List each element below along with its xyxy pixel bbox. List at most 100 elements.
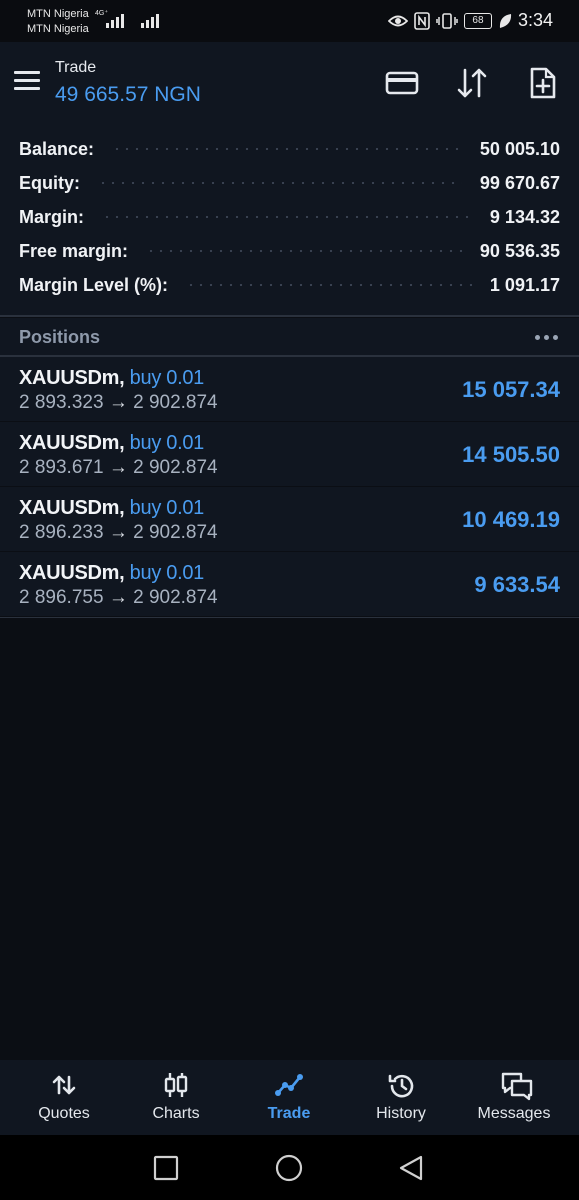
summary-label: Margin: [19,206,84,227]
account-summary: Balance: 50 005.10 Equity: 99 670.67 Mar… [0,122,579,316]
summary-value: 90 536.35 [479,240,560,261]
dot-leader [98,182,462,184]
summary-value: 99 670.67 [479,172,560,193]
nav-charts[interactable]: Charts [118,1060,234,1135]
equity-row: Equity: 99 670.67 [19,166,560,200]
nav-messages[interactable]: Messages [456,1060,572,1135]
nav-label: Charts [152,1105,200,1122]
position-symbol: XAUUSDm, buy 0.01 [19,562,204,585]
signal-icon-2 [141,12,159,28]
position-row[interactable]: XAUUSDm, buy 0.01 2 893.671 → 2 902.874 … [0,422,579,488]
summary-value: 50 005.10 [479,138,560,159]
new-order-icon[interactable] [526,66,560,100]
arrow-right-icon: → [108,392,128,413]
menu-icon[interactable] [14,71,40,91]
nav-label: Messages [477,1105,551,1122]
position-side: buy 0.01 [129,367,205,389]
symbol-text: XAUUSDm, [19,367,125,389]
position-symbol: XAUUSDm, buy 0.01 [19,497,204,520]
sort-arrows-icon[interactable] [455,66,489,100]
nav-quotes[interactable]: Quotes [6,1060,122,1135]
position-side: buy 0.01 [129,562,205,584]
row-separator [0,617,579,618]
positions-header: Positions [0,318,579,355]
symbol-text: XAUUSDm, [19,562,125,584]
arrow-right-icon: → [108,587,128,608]
position-prices: 2 893.671 → 2 902.874 [19,457,218,479]
open-price: 2 893.671 [19,457,104,478]
nav-history[interactable]: History [343,1060,459,1135]
dot-leader [146,250,462,252]
position-symbol: XAUUSDm, buy 0.01 [19,367,204,390]
trade-line-icon [275,1074,303,1096]
summary-value: 1 091.17 [489,274,560,295]
nav-trade[interactable]: Trade [231,1060,347,1135]
carrier-label-2: MTN Nigeria [27,23,89,35]
summary-value: 9 134.32 [489,206,560,227]
nav-label: Trade [267,1105,311,1122]
nav-label: History [376,1105,426,1122]
system-navigation-bar [0,1135,579,1200]
current-price: 2 902.874 [133,392,218,413]
history-clock-icon [388,1074,414,1098]
dot-leader [186,284,472,286]
position-symbol: XAUUSDm, buy 0.01 [19,432,204,455]
position-side: buy 0.01 [129,432,205,454]
nfc-icon [414,11,430,30]
open-price: 2 893.323 [19,392,104,413]
more-options-icon[interactable] [535,335,558,340]
summary-label: Margin Level (%): [19,274,169,295]
summary-label: Balance: [19,138,95,159]
position-profit: 14 505.50 [462,442,560,467]
bottom-navigation: Quotes Charts Trade History Messages [0,1060,579,1135]
page-title: Trade [55,59,97,76]
clock: 3:34 [517,10,553,30]
deposit-card-icon[interactable] [385,66,419,100]
free-margin-row: Free margin: 90 536.35 [19,234,560,268]
position-profit: 9 633.54 [474,572,560,597]
margin-row: Margin: 9 134.32 [19,200,560,234]
quotes-arrows-icon [52,1075,76,1095]
battery-icon: 68 [463,12,492,29]
back-icon[interactable] [398,1154,424,1182]
nav-label: Quotes [38,1105,90,1122]
divider [0,315,579,317]
dot-leader [112,148,462,150]
position-row[interactable]: XAUUSDm, buy 0.01 2 896.755 → 2 902.874 … [0,552,579,618]
position-row[interactable]: XAUUSDm, buy 0.01 2 896.233 → 2 902.874 … [0,487,579,553]
position-profit: 10 469.19 [462,507,560,532]
position-prices: 2 893.323 → 2 902.874 [19,392,218,414]
open-price: 2 896.233 [19,522,104,543]
arrow-right-icon: → [108,457,128,478]
position-prices: 2 896.233 → 2 902.874 [19,522,218,544]
candlestick-icon [164,1073,188,1097]
positions-title: Positions [19,327,101,347]
status-bar: MTN Nigeria MTN Nigeria 4G⁺ 68 3:34 [0,0,579,42]
leaf-icon [499,13,512,28]
position-row[interactable]: XAUUSDm, buy 0.01 2 893.323 → 2 902.874 … [0,357,579,423]
dot-leader [102,216,472,218]
open-price: 2 896.755 [19,587,104,608]
carrier-label: MTN Nigeria [27,8,89,20]
home-icon[interactable] [275,1154,303,1182]
vibrate-icon [436,12,458,29]
eye-comfort-icon [387,15,408,26]
arrow-right-icon: → [108,522,128,543]
margin-level-row: Margin Level (%): 1 091.17 [19,268,560,302]
symbol-text: XAUUSDm, [19,497,125,519]
status-icons: 68 3:34 [387,10,553,31]
current-price: 2 902.874 [133,522,218,543]
account-balance: 49 665.57 NGN [55,83,201,106]
signal-icon [106,12,124,28]
messages-icon [501,1072,533,1101]
current-price: 2 902.874 [133,587,218,608]
app-bar: Trade 49 665.57 NGN [0,42,579,122]
symbol-text: XAUUSDm, [19,432,125,454]
current-price: 2 902.874 [133,457,218,478]
recent-apps-icon[interactable] [153,1155,179,1181]
summary-label: Free margin: [19,240,129,261]
position-prices: 2 896.755 → 2 902.874 [19,587,218,609]
position-profit: 15 057.34 [462,377,560,402]
summary-label: Equity: [19,172,80,193]
position-side: buy 0.01 [129,497,205,519]
